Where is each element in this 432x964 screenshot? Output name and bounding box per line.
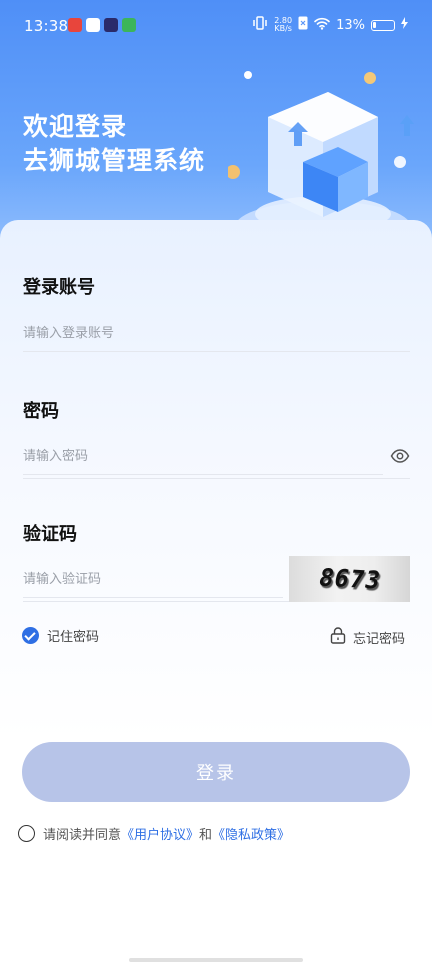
notification-icons: [68, 18, 136, 32]
captcha-image[interactable]: 8673: [289, 556, 410, 602]
network-speed: 2.80 KB/s: [274, 17, 292, 33]
account-input[interactable]: [23, 316, 410, 352]
password-label: 密码: [23, 401, 59, 422]
home-indicator: [129, 958, 303, 962]
sim-icon: [298, 16, 308, 34]
login-button[interactable]: 登录: [22, 742, 410, 802]
status-bar: 13:38 2.80 KB/s 13%: [0, 0, 432, 52]
user-agreement-link[interactable]: 《用户协议》: [121, 828, 199, 843]
forgot-label: 忘记密码: [353, 631, 406, 647]
wifi-icon: [314, 17, 330, 34]
forgot-password-link[interactable]: 忘记密码: [330, 626, 405, 648]
agreement-prefix: 请阅读并同意: [43, 828, 122, 843]
remember-password[interactable]: 记住密码: [22, 626, 99, 645]
captcha-text: 8673: [315, 563, 384, 595]
wechat-icon: [122, 18, 136, 32]
welcome-title: 欢迎登录 去狮城管理系统: [23, 110, 205, 178]
password-divider: [23, 478, 410, 479]
app-notification-icon: [86, 18, 100, 32]
lock-icon: [330, 626, 346, 648]
battery-percent: 13%: [336, 17, 365, 33]
vibrate-icon: [252, 16, 268, 34]
agreement-radio[interactable]: [18, 825, 35, 842]
charging-icon: [401, 17, 408, 33]
captcha-input[interactable]: [23, 562, 283, 598]
battery-icon: [371, 19, 395, 31]
app-notification-icon: [104, 18, 118, 32]
agreement-and: 和: [199, 828, 213, 843]
remember-label: 记住密码: [47, 630, 100, 645]
privacy-policy-link[interactable]: 《隐私政策》: [212, 828, 290, 843]
captcha-label: 验证码: [23, 524, 77, 545]
eye-icon[interactable]: [390, 446, 410, 466]
status-right: 2.80 KB/s 13%: [252, 16, 408, 34]
agreement-text: 请阅读并同意《用户协议》和《隐私政策》: [43, 824, 290, 843]
account-label: 登录账号: [23, 277, 95, 298]
app-notification-icon: [68, 18, 82, 32]
welcome-title-line2: 去狮城管理系统: [23, 146, 206, 175]
status-time: 13:38: [24, 17, 69, 35]
agreement-row: 请阅读并同意《用户协议》和《隐私政策》: [18, 824, 290, 843]
remember-checkbox[interactable]: [22, 627, 39, 644]
password-input[interactable]: [23, 439, 383, 475]
network-speed-unit: KB/s: [274, 24, 292, 33]
welcome-title-line1: 欢迎登录: [23, 112, 128, 141]
